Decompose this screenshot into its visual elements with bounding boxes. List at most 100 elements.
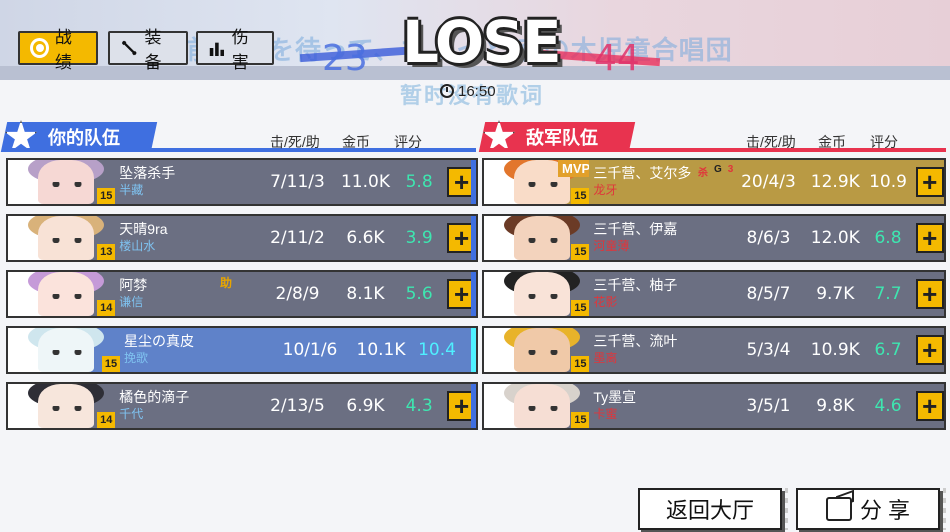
player-kda: 10/1/6 xyxy=(282,340,338,360)
hero-level: 15 xyxy=(571,356,590,372)
row-side-strip xyxy=(471,384,476,428)
hero-portrait: 15 xyxy=(484,384,590,428)
share-label: 分 享 xyxy=(859,498,911,523)
player-gold: 6.6K xyxy=(346,228,385,248)
triple-kill-badge-icon: 3 xyxy=(727,164,734,175)
player-rating: 3.9 xyxy=(405,228,433,248)
player-kda: 8/5/7 xyxy=(746,284,791,304)
enemy-col-kda: 击/死/助 xyxy=(746,134,796,150)
hero-name: 龙牙 xyxy=(593,183,618,197)
player-name: 三千营、柚子 xyxy=(593,277,678,293)
hero-eyes xyxy=(528,406,558,411)
result-banner: LOSE xyxy=(380,2,570,80)
my-team-title: 你的队伍 xyxy=(48,128,120,148)
row-side-strip xyxy=(471,216,476,260)
add-friend-button[interactable]: + xyxy=(915,335,944,365)
add-friend-button[interactable]: + xyxy=(915,391,944,421)
my-player-row-self[interactable]: 15 星尘の真皮 挽歌 10/1/6 10.1K 10.4 xyxy=(6,326,478,374)
player-name: 阿棼 xyxy=(119,277,148,293)
enemy-col-rating: 评分 xyxy=(870,134,898,150)
player-gold: 11.0K xyxy=(340,172,390,192)
hero-level: 15 xyxy=(102,356,120,372)
tab-stats-label: 战绩 xyxy=(54,28,72,72)
my-player-row-3[interactable]: 14 阿棼 谦信 助 2/8/9 8.1K 5.6 + xyxy=(6,270,478,318)
hero-eyes xyxy=(52,294,82,299)
hero-level: 15 xyxy=(97,188,116,204)
player-gold: 10.9K xyxy=(810,340,860,360)
hero-portrait: 13 xyxy=(8,216,116,260)
player-names: 阿棼 谦信 xyxy=(115,277,259,311)
add-friend-button[interactable]: + xyxy=(915,167,944,197)
hero-name: 楼山水 xyxy=(119,239,156,253)
player-kda: 2/8/9 xyxy=(275,284,320,304)
enemy-player-row-3[interactable]: 15 三千营、柚子 花影 8/5/7 9.7K 7.7 + xyxy=(482,270,946,318)
my-player-row-1[interactable]: 15 坠落杀手 半藏 7/11/3 11.0K 5.8 + xyxy=(6,158,478,206)
hero-portrait: 15 xyxy=(484,272,590,316)
hero-eyes xyxy=(528,350,558,355)
player-names: 星尘の真皮 挽歌 xyxy=(120,333,270,367)
player-rating: 4.6 xyxy=(874,396,902,416)
my-player-row-2[interactable]: 13 天晴9ra 楼山水 2/11/2 6.6K 3.9 + xyxy=(6,214,478,262)
add-friend-button[interactable]: + xyxy=(915,279,944,309)
add-friend-button[interactable]: + xyxy=(915,223,944,253)
player-names: 三千营、柚子 花影 xyxy=(589,277,730,311)
player-rating: 10.4 xyxy=(418,340,456,360)
share-icon xyxy=(825,497,852,521)
player-names: 三千营、流叶 墨离 xyxy=(589,333,730,367)
hero-level: 14 xyxy=(97,412,116,428)
hero-level: 15 xyxy=(571,412,590,428)
player-rating: 6.8 xyxy=(874,228,902,248)
player-kda: 8/6/3 xyxy=(746,228,791,248)
player-gold: 9.8K xyxy=(816,396,855,416)
hero-level: 13 xyxy=(97,244,116,260)
hero-portrait: 15 xyxy=(8,160,116,204)
hero-eyes xyxy=(52,238,82,243)
ring-icon xyxy=(30,38,49,58)
mvp-badge: MVP xyxy=(558,160,590,177)
clock-icon xyxy=(440,84,454,98)
hero-name: 半藏 xyxy=(119,183,144,197)
player-names: 坠落杀手 半藏 xyxy=(115,165,259,199)
player-kda: 2/11/2 xyxy=(270,228,325,248)
enemy-col-gold: 金币 xyxy=(818,134,846,150)
enemy-player-row-1[interactable]: MVP 15 三千营、艾尔多 龙牙 杀 G 3 20/4/3 12.9K 10.… xyxy=(482,158,946,206)
achievement-badges: 杀 G 3 xyxy=(698,164,733,179)
hero-level: 15 xyxy=(571,188,590,204)
row-side-strip xyxy=(471,272,476,316)
hero-name: 千代 xyxy=(119,407,144,421)
player-kda: 2/13/5 xyxy=(270,396,325,416)
hero-name: 墨离 xyxy=(593,351,618,365)
player-rating: 5.6 xyxy=(405,284,433,304)
player-name: 三千营、流叶 xyxy=(593,333,678,349)
result-text: LOSE xyxy=(402,8,562,76)
row-side-strip xyxy=(471,328,476,372)
hero-eyes xyxy=(528,182,558,187)
player-gold: 8.1K xyxy=(346,284,385,304)
hero-name: 挽歌 xyxy=(124,351,149,365)
player-rating: 5.8 xyxy=(405,172,433,192)
tab-stats[interactable]: 战绩 xyxy=(18,28,98,72)
back-to-lobby-button[interactable]: 返回大厅 xyxy=(638,488,782,530)
player-rating: 10.9 xyxy=(869,172,907,192)
player-name: 橘色的滴子 xyxy=(119,389,190,405)
player-kda: 3/5/1 xyxy=(746,396,791,416)
enemy-player-row-4[interactable]: 15 三千营、流叶 墨离 5/3/4 10.9K 6.7 + xyxy=(482,326,946,374)
tab-damage[interactable]: 伤害 xyxy=(196,28,274,72)
tab-equipment[interactable]: 装备 xyxy=(108,28,188,72)
my-col-rating: 评分 xyxy=(394,134,422,150)
enemy-player-row-5[interactable]: 15 Ty墨宣 卡蜜 3/5/1 9.8K 4.6 + xyxy=(482,382,946,430)
hero-name: 谦信 xyxy=(119,295,144,309)
player-kda: 7/11/3 xyxy=(270,172,325,192)
tab-damage-label: 伤害 xyxy=(231,28,249,72)
player-gold: 12.9K xyxy=(810,172,860,192)
share-button[interactable]: 分 享 xyxy=(796,488,940,530)
enemy-team-score: 44 xyxy=(594,38,640,79)
my-player-row-5[interactable]: 14 橘色的滴子 千代 2/13/5 6.9K 4.3 + xyxy=(6,382,478,430)
kill-badge-icon: 杀 xyxy=(698,168,708,179)
hero-portrait: 14 xyxy=(8,384,116,428)
enemy-player-row-2[interactable]: 15 三千营、伊嘉 河童薄 8/6/3 12.0K 6.8 + xyxy=(482,214,946,262)
player-gold: 12.0K xyxy=(810,228,860,248)
hero-eyes xyxy=(52,182,82,187)
player-kda: 20/4/3 xyxy=(741,172,796,192)
hero-portrait: 15 xyxy=(484,216,590,260)
